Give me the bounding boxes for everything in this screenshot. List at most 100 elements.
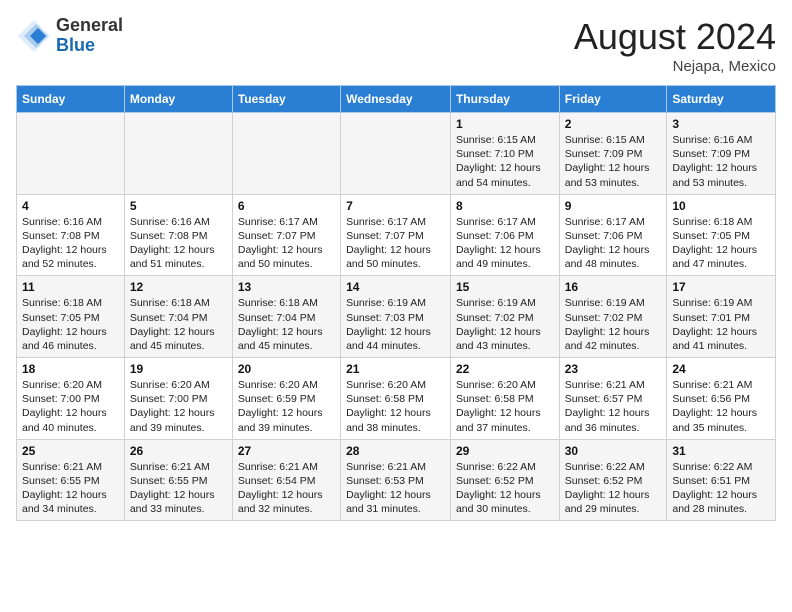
calendar-day-cell: 25 Sunrise: 6:21 AMSunset: 6:55 PMDayligh… <box>17 439 125 521</box>
logo-general-text: General <box>56 16 123 36</box>
day-number: 10 <box>672 199 770 213</box>
day-info: Sunrise: 6:20 AMSunset: 7:00 PMDaylight:… <box>22 378 119 435</box>
day-number: 11 <box>22 280 119 294</box>
day-number: 18 <box>22 362 119 376</box>
day-of-week-header: Thursday <box>450 86 559 113</box>
calendar-body: 1 Sunrise: 6:15 AMSunset: 7:10 PMDaylight… <box>17 113 776 521</box>
calendar-day-cell: 29Sunrise: 6:22 AMSunset: 6:52 PMDayligh… <box>450 439 559 521</box>
day-number: 25 <box>22 444 119 458</box>
calendar-week-row: 18 Sunrise: 6:20 AMSunset: 7:00 PMDayligh… <box>17 358 776 440</box>
day-of-week-header: Friday <box>559 86 667 113</box>
day-number: 23 <box>565 362 662 376</box>
day-number: 21 <box>346 362 445 376</box>
calendar-day-cell: 21 Sunrise: 6:20 AMSunset: 6:58 PMDayligh… <box>341 358 451 440</box>
calendar-day-cell: 20Sunrise: 6:20 AMSunset: 6:59 PMDayligh… <box>232 358 340 440</box>
day-info: Sunrise: 6:17 AMSunset: 7:06 PMDaylight:… <box>456 215 554 272</box>
day-number: 22 <box>456 362 554 376</box>
location-subtitle: Nejapa, Mexico <box>574 58 776 75</box>
day-number: 4 <box>22 199 119 213</box>
calendar-day-cell: 15 Sunrise: 6:19 AMSunset: 7:02 PMDayligh… <box>450 276 559 358</box>
calendar-day-cell: 12 Sunrise: 6:18 AMSunset: 7:04 PMDayligh… <box>124 276 232 358</box>
calendar-week-row: 1 Sunrise: 6:15 AMSunset: 7:10 PMDaylight… <box>17 113 776 195</box>
day-number: 1 <box>456 117 554 131</box>
calendar-day-cell: 26 Sunrise: 6:21 AMSunset: 6:55 PMDayligh… <box>124 439 232 521</box>
day-info: Sunrise: 6:21 AMSunset: 6:55 PMDaylight:… <box>22 460 119 517</box>
day-number: 20 <box>238 362 335 376</box>
day-info: Sunrise: 6:19 AMSunset: 7:03 PMDaylight:… <box>346 296 445 353</box>
day-info: Sunrise: 6:16 AMSunset: 7:08 PMDaylight:… <box>130 215 227 272</box>
calendar-day-cell: 14 Sunrise: 6:19 AMSunset: 7:03 PMDayligh… <box>341 276 451 358</box>
calendar-day-cell: 1 Sunrise: 6:15 AMSunset: 7:10 PMDaylight… <box>450 113 559 195</box>
day-number: 3 <box>672 117 770 131</box>
calendar-week-row: 11 Sunrise: 6:18 AMSunset: 7:05 PMDayligh… <box>17 276 776 358</box>
day-number: 26 <box>130 444 227 458</box>
calendar-day-cell: 8 Sunrise: 6:17 AMSunset: 7:06 PMDaylight… <box>450 194 559 276</box>
calendar-day-cell: 10 Sunrise: 6:18 AMSunset: 7:05 PMDayligh… <box>667 194 776 276</box>
day-number: 5 <box>130 199 227 213</box>
day-info: Sunrise: 6:18 AMSunset: 7:05 PMDaylight:… <box>22 296 119 353</box>
day-info: Sunrise: 6:20 AMSunset: 7:00 PMDaylight:… <box>130 378 227 435</box>
day-number: 17 <box>672 280 770 294</box>
calendar-day-cell: 30Sunrise: 6:22 AMSunset: 6:52 PMDayligh… <box>559 439 667 521</box>
day-number: 2 <box>565 117 662 131</box>
month-year-title: August 2024 <box>574 16 776 58</box>
day-info: Sunrise: 6:16 AMSunset: 7:09 PMDaylight:… <box>672 133 770 190</box>
title-block: August 2024 Nejapa, Mexico <box>574 16 776 75</box>
calendar-day-cell: 28 Sunrise: 6:21 AMSunset: 6:53 PMDayligh… <box>341 439 451 521</box>
calendar-day-cell: 27Sunrise: 6:21 AMSunset: 6:54 PMDayligh… <box>232 439 340 521</box>
day-info: Sunrise: 6:18 AMSunset: 7:04 PMDaylight:… <box>130 296 227 353</box>
day-number: 13 <box>238 280 335 294</box>
day-info: Sunrise: 6:15 AMSunset: 7:09 PMDaylight:… <box>565 133 662 190</box>
day-of-week-header: Tuesday <box>232 86 340 113</box>
calendar-day-cell: 2 Sunrise: 6:15 AMSunset: 7:09 PMDaylight… <box>559 113 667 195</box>
day-info: Sunrise: 6:21 AMSunset: 6:53 PMDaylight:… <box>346 460 445 517</box>
day-info: Sunrise: 6:21 AMSunset: 6:57 PMDaylight:… <box>565 378 662 435</box>
day-info: Sunrise: 6:17 AMSunset: 7:06 PMDaylight:… <box>565 215 662 272</box>
calendar-day-cell: 5 Sunrise: 6:16 AMSunset: 7:08 PMDaylight… <box>124 194 232 276</box>
page-header: General Blue August 2024 Nejapa, Mexico <box>16 16 776 75</box>
day-number: 31 <box>672 444 770 458</box>
calendar-day-cell: 18 Sunrise: 6:20 AMSunset: 7:00 PMDayligh… <box>17 358 125 440</box>
calendar-day-cell: 9 Sunrise: 6:17 AMSunset: 7:06 PMDaylight… <box>559 194 667 276</box>
day-info: Sunrise: 6:17 AMSunset: 7:07 PMDaylight:… <box>238 215 335 272</box>
day-number: 8 <box>456 199 554 213</box>
calendar-day-cell: 24 Sunrise: 6:21 AMSunset: 6:56 PMDayligh… <box>667 358 776 440</box>
calendar-table: SundayMondayTuesdayWednesdayThursdayFrid… <box>16 85 776 521</box>
day-info: Sunrise: 6:19 AMSunset: 7:02 PMDaylight:… <box>456 296 554 353</box>
days-of-week-row: SundayMondayTuesdayWednesdayThursdayFrid… <box>17 86 776 113</box>
day-of-week-header: Saturday <box>667 86 776 113</box>
day-info: Sunrise: 6:19 AMSunset: 7:02 PMDaylight:… <box>565 296 662 353</box>
day-info: Sunrise: 6:20 AMSunset: 6:58 PMDaylight:… <box>346 378 445 435</box>
day-info: Sunrise: 6:15 AMSunset: 7:10 PMDaylight:… <box>456 133 554 190</box>
calendar-day-cell <box>124 113 232 195</box>
calendar-day-cell <box>17 113 125 195</box>
day-info: Sunrise: 6:18 AMSunset: 7:05 PMDaylight:… <box>672 215 770 272</box>
day-number: 14 <box>346 280 445 294</box>
day-info: Sunrise: 6:21 AMSunset: 6:56 PMDaylight:… <box>672 378 770 435</box>
calendar-day-cell: 22 Sunrise: 6:20 AMSunset: 6:58 PMDayligh… <box>450 358 559 440</box>
calendar-day-cell: 4 Sunrise: 6:16 AMSunset: 7:08 PMDaylight… <box>17 194 125 276</box>
calendar-day-cell: 23 Sunrise: 6:21 AMSunset: 6:57 PMDayligh… <box>559 358 667 440</box>
day-info: Sunrise: 6:21 AMSunset: 6:55 PMDaylight:… <box>130 460 227 517</box>
calendar-day-cell: 11 Sunrise: 6:18 AMSunset: 7:05 PMDayligh… <box>17 276 125 358</box>
day-info: Sunrise: 6:22 AMSunset: 6:51 PMDaylight:… <box>672 460 770 517</box>
day-number: 12 <box>130 280 227 294</box>
day-info: Sunrise: 6:20 AMSunset: 6:58 PMDaylight:… <box>456 378 554 435</box>
calendar-header: SundayMondayTuesdayWednesdayThursdayFrid… <box>17 86 776 113</box>
day-info: Sunrise: 6:16 AMSunset: 7:08 PMDaylight:… <box>22 215 119 272</box>
calendar-day-cell: 31 Sunrise: 6:22 AMSunset: 6:51 PMDayligh… <box>667 439 776 521</box>
day-number: 24 <box>672 362 770 376</box>
day-number: 27 <box>238 444 335 458</box>
day-number: 16 <box>565 280 662 294</box>
day-number: 28 <box>346 444 445 458</box>
day-number: 7 <box>346 199 445 213</box>
calendar-day-cell: 19 Sunrise: 6:20 AMSunset: 7:00 PMDayligh… <box>124 358 232 440</box>
day-number: 29 <box>456 444 554 458</box>
day-of-week-header: Wednesday <box>341 86 451 113</box>
day-number: 19 <box>130 362 227 376</box>
day-number: 15 <box>456 280 554 294</box>
calendar-day-cell <box>232 113 340 195</box>
day-info: Sunrise: 6:22 AMSunset: 6:52 PMDaylight:… <box>565 460 662 517</box>
day-number: 9 <box>565 199 662 213</box>
day-of-week-header: Sunday <box>17 86 125 113</box>
